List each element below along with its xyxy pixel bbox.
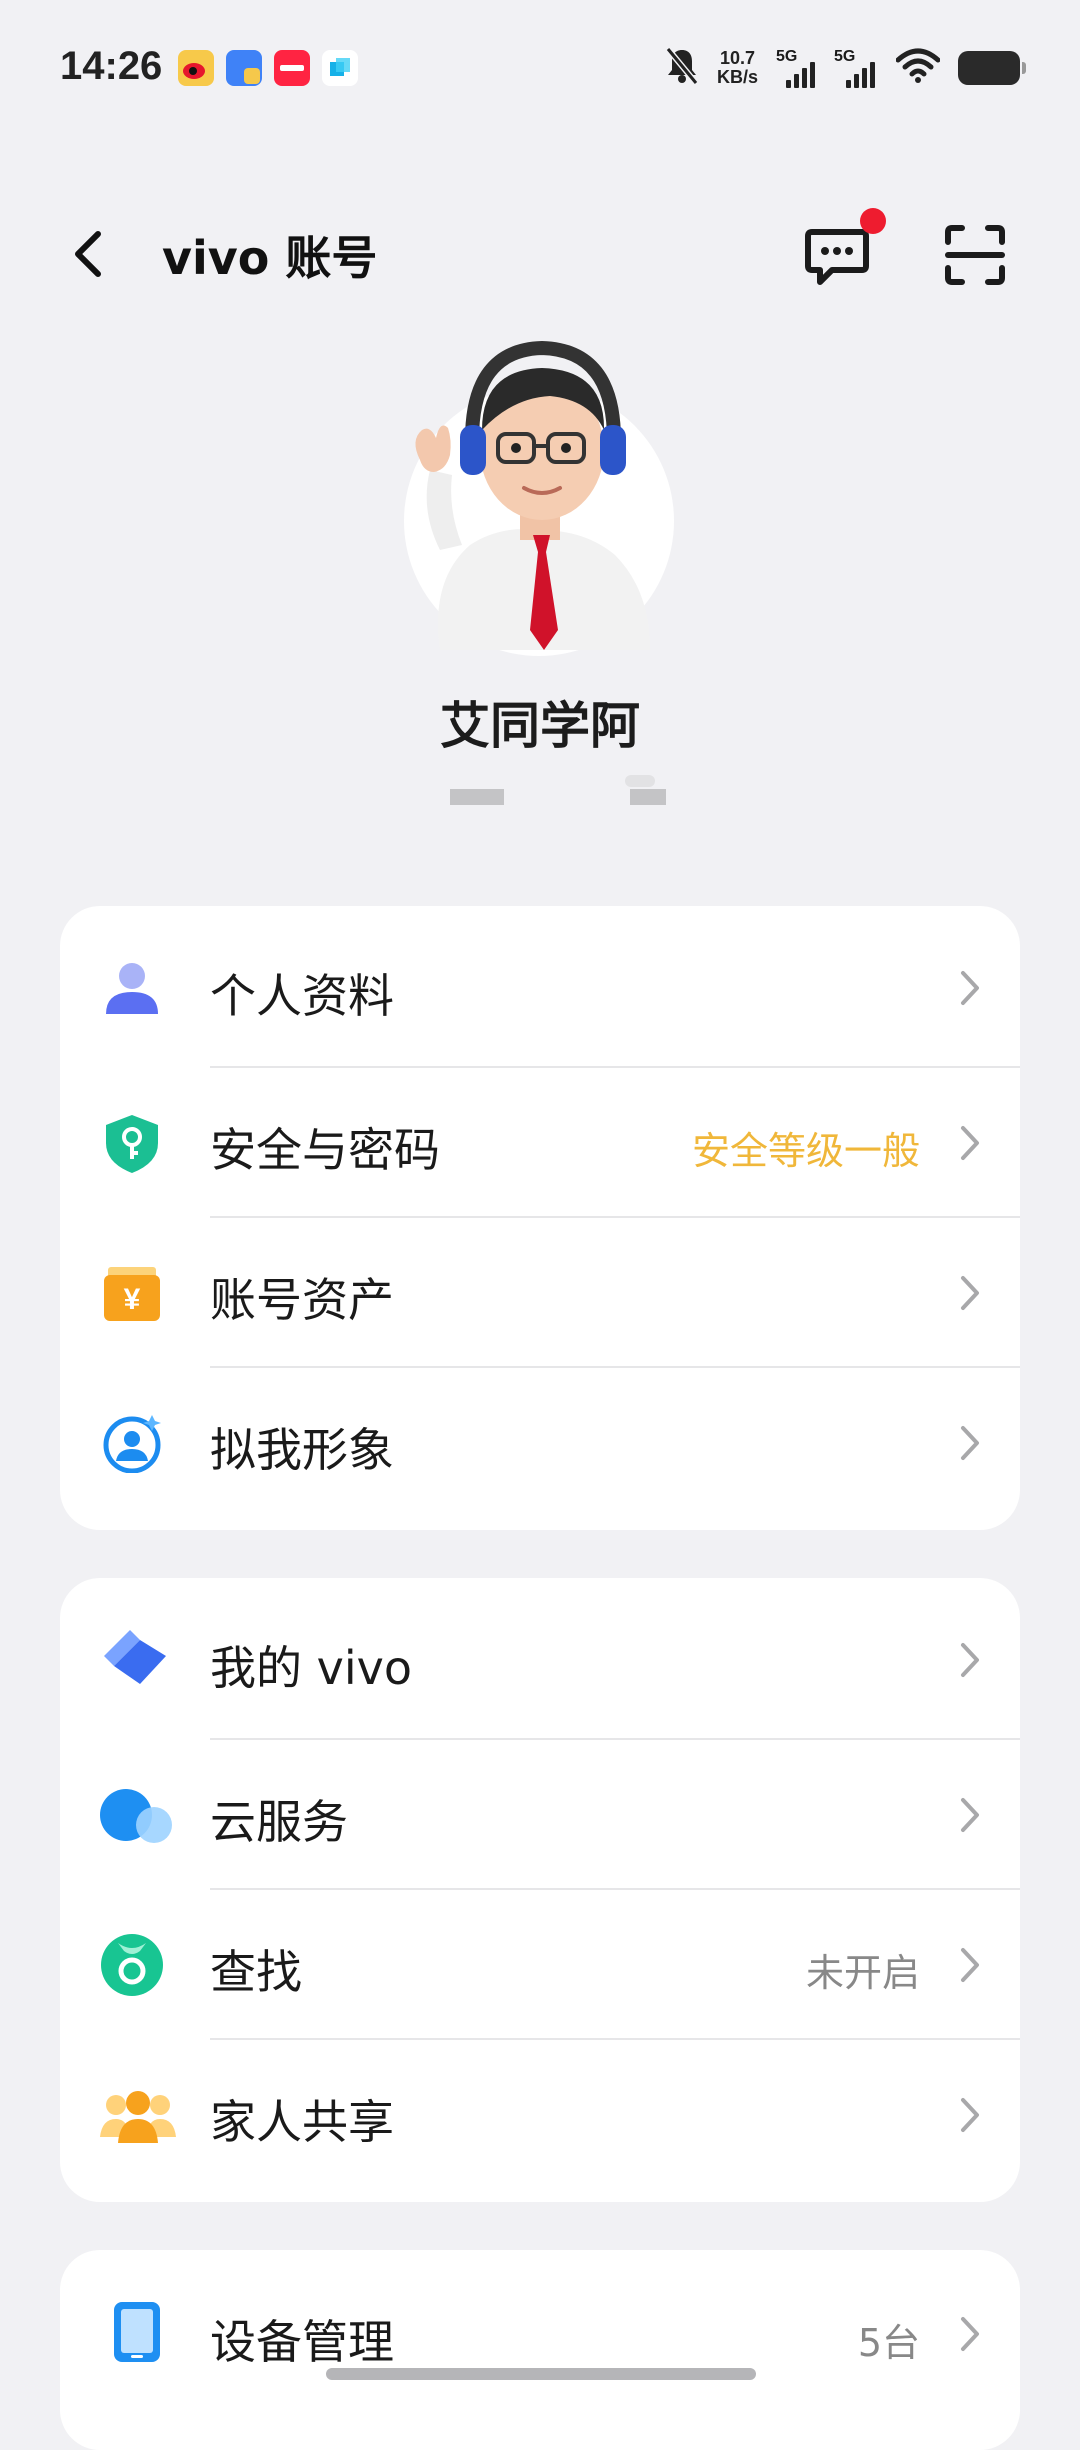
account-id-masked — [0, 775, 1080, 815]
row-personal-info[interactable]: 个人资料 — [60, 906, 1020, 1068]
chevron-right-icon — [961, 1276, 979, 1310]
services-card: 我的 vivo 云服务 查找 未开启 家人共享 — [60, 1578, 1020, 2202]
chevron-right-icon — [961, 1426, 979, 1460]
chevron-right-icon — [961, 1948, 979, 1982]
row-label: 我的 vivo — [210, 1641, 412, 1695]
status-bar: 14:26 10.7 KB/s 5G 5G — [0, 0, 1080, 140]
chevron-right-icon — [961, 2317, 979, 2351]
cloud-icon — [100, 1789, 172, 1843]
signal-sim2-icon: 5G — [834, 48, 878, 88]
row-label: 个人资料 — [210, 969, 394, 1023]
profile-avatar[interactable] — [400, 330, 690, 660]
app-icon — [226, 50, 262, 86]
wifi-icon — [895, 48, 941, 88]
phone-device-icon — [114, 2302, 160, 2362]
chevron-right-icon — [961, 2098, 979, 2132]
row-my-vivo[interactable]: 我的 vivo — [60, 1578, 1020, 1740]
chevron-right-icon — [961, 1798, 979, 1832]
svg-text:¥: ¥ — [124, 1283, 141, 1316]
page-title: vivo 账号 — [162, 231, 378, 285]
row-label: 设备管理 — [210, 2315, 394, 2369]
row-label: 安全与密码 — [210, 1123, 440, 1177]
memoji-avatar-image — [415, 340, 650, 650]
devices-card: 设备管理 5台 — [60, 2250, 1020, 2450]
status-time: 14:26 — [60, 44, 163, 88]
row-label: 云服务 — [210, 1795, 348, 1849]
scan-icon — [945, 225, 1005, 285]
system-icons: 10.7 KB/s 5G 5G — [665, 46, 1026, 90]
vivo-diamond-icon — [104, 1630, 166, 1684]
chat-bubble-icon — [805, 229, 869, 285]
row-label: 账号资产 — [210, 1273, 394, 1327]
wallet-yen-icon: ¥ — [104, 1267, 160, 1321]
row-find-device[interactable]: 查找 未开启 — [60, 1890, 1020, 2040]
messages-button[interactable] — [802, 220, 872, 290]
profile-username: 艾同学阿 — [440, 697, 640, 755]
battery-icon — [958, 51, 1026, 85]
chevron-left-icon — [75, 231, 101, 277]
notification-icons — [178, 50, 358, 86]
row-family-sharing[interactable]: 家人共享 — [60, 2040, 1020, 2190]
row-security-password[interactable]: 安全与密码 安全等级一般 — [60, 1068, 1020, 1218]
home-indicator[interactable] — [326, 2368, 756, 2380]
back-button[interactable] — [64, 224, 114, 284]
find-status-value: 未开启 — [805, 1951, 920, 1995]
scan-button[interactable] — [940, 220, 1010, 290]
row-avatar-persona[interactable]: 拟我形象 — [60, 1368, 1020, 1518]
app-icon — [322, 50, 358, 86]
row-label: 家人共享 — [210, 2095, 394, 2149]
family-icon — [100, 2091, 176, 2143]
row-label: 查找 — [210, 1945, 302, 1999]
avatar-sparkle-icon — [103, 1415, 161, 1473]
signal-sim1-icon: 5G — [776, 48, 816, 88]
account-settings-card: 个人资料 安全与密码 安全等级一般 ¥ 账号资产 拟我形象 — [60, 906, 1020, 1530]
network-speed: 10.7 KB/s — [716, 48, 758, 87]
chevron-right-icon — [961, 1643, 979, 1677]
row-label: 拟我形象 — [210, 1423, 394, 1477]
row-account-assets[interactable]: ¥ 账号资产 — [60, 1218, 1020, 1368]
person-icon — [106, 963, 158, 1014]
xiaohongshu-icon — [274, 50, 310, 86]
row-device-management[interactable]: 设备管理 5台 — [60, 2250, 1020, 2450]
find-location-icon — [101, 1934, 163, 1996]
chevron-right-icon — [961, 1126, 979, 1160]
chevron-right-icon — [961, 971, 979, 1005]
weibo-icon — [178, 50, 214, 86]
mute-bell-icon — [665, 46, 699, 90]
unread-badge — [860, 208, 886, 234]
security-level-value: 安全等级一般 — [691, 1129, 920, 1173]
row-cloud-service[interactable]: 云服务 — [60, 1740, 1020, 1890]
top-app-bar: vivo 账号 — [0, 200, 1080, 310]
shield-key-icon — [106, 1115, 158, 1173]
device-count-value: 5台 — [857, 2321, 920, 2365]
